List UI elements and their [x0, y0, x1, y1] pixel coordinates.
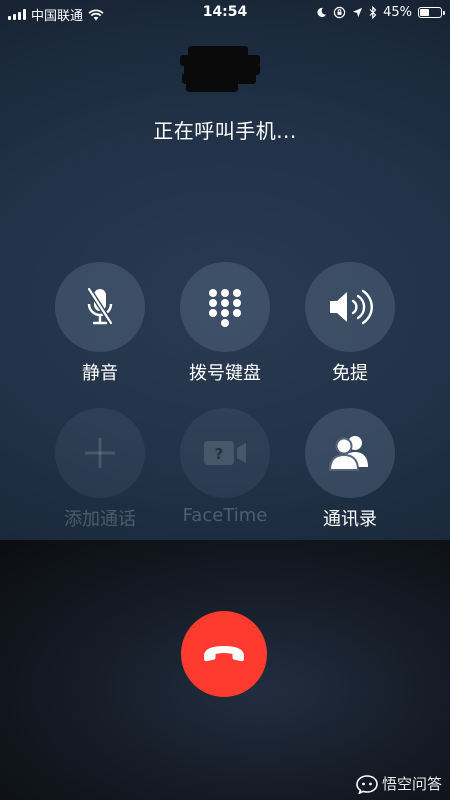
keypad-icon [209, 289, 241, 327]
keypad-button[interactable] [180, 262, 270, 352]
battery-icon [418, 7, 445, 18]
add-call-label: 添加通话 [64, 509, 136, 530]
battery-percent: 45% [383, 5, 412, 20]
facetime-unavailable-icon: ? [204, 441, 246, 465]
status-right: 45% [316, 5, 445, 20]
hang-up-icon [204, 646, 244, 662]
redacted-contact-name [180, 46, 262, 92]
facetime-label: FaceTime [182, 505, 268, 526]
facetime-button[interactable]: ? [180, 408, 270, 498]
mute-label: 静音 [82, 363, 118, 384]
svg-text:?: ? [215, 445, 224, 463]
speaker-icon [330, 289, 373, 325]
watermark-text: 悟空问答 [381, 775, 442, 793]
watermark: 悟空问答 [356, 773, 442, 794]
moon-icon [317, 7, 327, 18]
location-icon [353, 7, 363, 18]
call-status: 正在呼叫手机... [153, 119, 297, 143]
rotation-lock-icon [333, 6, 346, 19]
bluetooth-icon [369, 6, 377, 19]
mute-button[interactable] [55, 262, 145, 352]
keypad-label: 拨号键盘 [189, 363, 261, 384]
microphone-off-icon [86, 287, 114, 325]
contacts-button[interactable] [305, 408, 395, 498]
speaker-button[interactable] [305, 262, 395, 352]
end-call-button[interactable] [181, 611, 267, 697]
add-call-button[interactable] [55, 408, 145, 498]
status-bar: 中国联通 14:54 45% [0, 0, 450, 26]
plus-icon [85, 438, 115, 468]
wukong-logo-icon [356, 774, 378, 794]
battery-fill [420, 9, 429, 16]
contacts-icon [328, 436, 368, 471]
speaker-label: 免提 [332, 363, 368, 384]
contacts-label: 通讯录 [323, 509, 377, 530]
